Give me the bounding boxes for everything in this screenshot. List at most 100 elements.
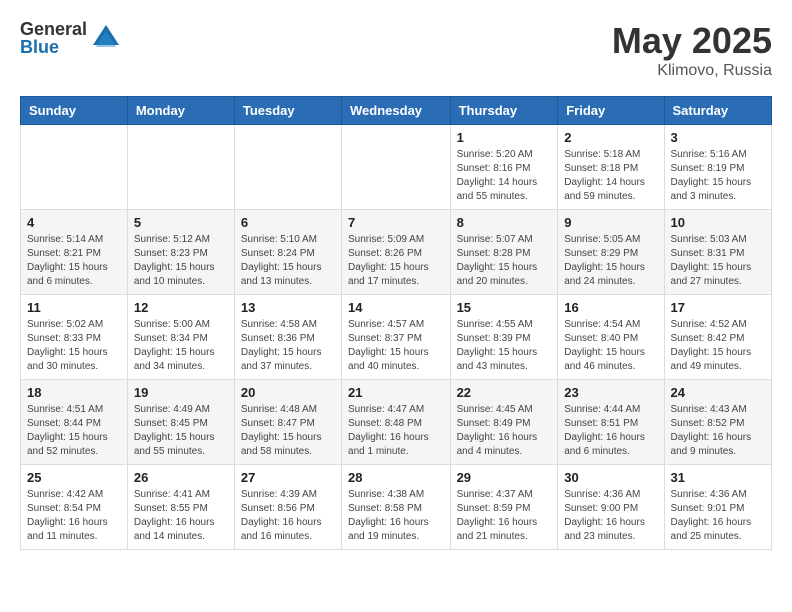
day-info: Sunrise: 5:16 AM Sunset: 8:19 PM Dayligh… — [671, 148, 765, 204]
table-row: 31 Sunrise: 4:36 AM Sunset: 9:01 PM Dayli… — [664, 465, 771, 550]
day-number: 24 — [671, 385, 765, 400]
day-info: Sunrise: 4:37 AM Sunset: 8:59 PM Dayligh… — [457, 488, 552, 544]
calendar-week-row: 1Sunrise: 5:20 AM Sunset: 8:16 PM Daylig… — [21, 125, 772, 210]
day-number: 25 — [27, 470, 121, 485]
table-row: 10 Sunrise: 5:03 AM Sunset: 8:31 PM Dayli… — [664, 210, 771, 295]
day-number: 23 — [564, 385, 657, 400]
day-number: 11 — [27, 300, 121, 315]
calendar-week-row: 11 Sunrise: 5:02 AM Sunset: 8:33 PM Dayli… — [21, 295, 772, 380]
day-info: Sunrise: 4:58 AM Sunset: 8:36 PM Dayligh… — [241, 318, 335, 374]
day-number: 6 — [241, 215, 335, 230]
col-friday: Friday — [558, 97, 664, 125]
day-info: Sunrise: 5:12 AM Sunset: 8:23 PM Dayligh… — [134, 233, 228, 289]
day-info: Sunrise: 4:36 AM Sunset: 9:01 PM Dayligh… — [671, 488, 765, 544]
day-number: 22 — [457, 385, 552, 400]
col-monday: Monday — [127, 97, 234, 125]
calendar-week-row: 18 Sunrise: 4:51 AM Sunset: 8:44 PM Dayli… — [21, 380, 772, 465]
table-row: 22 Sunrise: 4:45 AM Sunset: 8:49 PM Dayli… — [450, 380, 558, 465]
day-number: 10 — [671, 215, 765, 230]
day-info: Sunrise: 4:44 AM Sunset: 8:51 PM Dayligh… — [564, 403, 657, 459]
table-row: 11 Sunrise: 5:02 AM Sunset: 8:33 PM Dayli… — [21, 295, 128, 380]
day-info: Sunrise: 4:49 AM Sunset: 8:45 PM Dayligh… — [134, 403, 228, 459]
day-info: Sunrise: 5:05 AM Sunset: 8:29 PM Dayligh… — [564, 233, 657, 289]
table-row: 19 Sunrise: 4:49 AM Sunset: 8:45 PM Dayli… — [127, 380, 234, 465]
day-info: Sunrise: 4:52 AM Sunset: 8:42 PM Dayligh… — [671, 318, 765, 374]
location-subtitle: Klimovo, Russia — [612, 62, 772, 80]
col-saturday: Saturday — [664, 97, 771, 125]
table-row: 27 Sunrise: 4:39 AM Sunset: 8:56 PM Dayli… — [234, 465, 341, 550]
table-row: 13 Sunrise: 4:58 AM Sunset: 8:36 PM Dayli… — [234, 295, 341, 380]
month-year-title: May 2025 — [612, 20, 772, 62]
table-row — [127, 125, 234, 210]
day-number: 15 — [457, 300, 552, 315]
table-row: 16 Sunrise: 4:54 AM Sunset: 8:40 PM Dayli… — [558, 295, 664, 380]
day-number: 14 — [348, 300, 444, 315]
table-row: 18 Sunrise: 4:51 AM Sunset: 8:44 PM Dayli… — [21, 380, 128, 465]
table-row: 28Sunrise: 4:38 AM Sunset: 8:58 PM Dayli… — [342, 465, 451, 550]
table-row: 24 Sunrise: 4:43 AM Sunset: 8:52 PM Dayli… — [664, 380, 771, 465]
calendar-header-row: Sunday Monday Tuesday Wednesday Thursday… — [21, 97, 772, 125]
table-row: 12 Sunrise: 5:00 AM Sunset: 8:34 PM Dayli… — [127, 295, 234, 380]
table-row: 30 Sunrise: 4:36 AM Sunset: 9:00 PM Dayli… — [558, 465, 664, 550]
col-sunday: Sunday — [21, 97, 128, 125]
table-row: 7 Sunrise: 5:09 AM Sunset: 8:26 PM Daylig… — [342, 210, 451, 295]
day-number: 12 — [134, 300, 228, 315]
table-row: 8 Sunrise: 5:07 AM Sunset: 8:28 PM Daylig… — [450, 210, 558, 295]
day-number: 18 — [27, 385, 121, 400]
day-info: Sunrise: 5:14 AM Sunset: 8:21 PM Dayligh… — [27, 233, 121, 289]
day-info: Sunrise: 4:38 AM Sunset: 8:58 PM Dayligh… — [348, 488, 444, 544]
day-info: Sunrise: 5:18 AM Sunset: 8:18 PM Dayligh… — [564, 148, 657, 204]
day-number: 17 — [671, 300, 765, 315]
table-row: 21Sunrise: 4:47 AM Sunset: 8:48 PM Dayli… — [342, 380, 451, 465]
day-info: Sunrise: 4:39 AM Sunset: 8:56 PM Dayligh… — [241, 488, 335, 544]
logo-blue-text: Blue — [20, 38, 87, 56]
table-row: 29 Sunrise: 4:37 AM Sunset: 8:59 PM Dayli… — [450, 465, 558, 550]
col-thursday: Thursday — [450, 97, 558, 125]
col-tuesday: Tuesday — [234, 97, 341, 125]
day-info: Sunrise: 4:48 AM Sunset: 8:47 PM Dayligh… — [241, 403, 335, 459]
day-number: 4 — [27, 215, 121, 230]
day-info: Sunrise: 5:20 AM Sunset: 8:16 PM Dayligh… — [457, 148, 552, 204]
day-info: Sunrise: 5:03 AM Sunset: 8:31 PM Dayligh… — [671, 233, 765, 289]
day-number: 31 — [671, 470, 765, 485]
day-number: 5 — [134, 215, 228, 230]
table-row: 14Sunrise: 4:57 AM Sunset: 8:37 PM Dayli… — [342, 295, 451, 380]
table-row: 3 Sunrise: 5:16 AM Sunset: 8:19 PM Daylig… — [664, 125, 771, 210]
table-row: 4 Sunrise: 5:14 AM Sunset: 8:21 PM Daylig… — [21, 210, 128, 295]
day-info: Sunrise: 4:43 AM Sunset: 8:52 PM Dayligh… — [671, 403, 765, 459]
day-info: Sunrise: 5:09 AM Sunset: 8:26 PM Dayligh… — [348, 233, 444, 289]
page-header: General Blue May 2025 Klimovo, Russia — [20, 20, 772, 80]
day-info: Sunrise: 4:47 AM Sunset: 8:48 PM Dayligh… — [348, 403, 444, 459]
day-info: Sunrise: 4:51 AM Sunset: 8:44 PM Dayligh… — [27, 403, 121, 459]
day-info: Sunrise: 5:10 AM Sunset: 8:24 PM Dayligh… — [241, 233, 335, 289]
table-row: 1Sunrise: 5:20 AM Sunset: 8:16 PM Daylig… — [450, 125, 558, 210]
day-number: 7 — [348, 215, 444, 230]
day-info: Sunrise: 4:45 AM Sunset: 8:49 PM Dayligh… — [457, 403, 552, 459]
day-info: Sunrise: 5:02 AM Sunset: 8:33 PM Dayligh… — [27, 318, 121, 374]
col-wednesday: Wednesday — [342, 97, 451, 125]
title-block: May 2025 Klimovo, Russia — [612, 20, 772, 80]
day-number: 27 — [241, 470, 335, 485]
calendar-week-row: 25Sunrise: 4:42 AM Sunset: 8:54 PM Dayli… — [21, 465, 772, 550]
day-number: 26 — [134, 470, 228, 485]
day-number: 16 — [564, 300, 657, 315]
day-number: 8 — [457, 215, 552, 230]
day-info: Sunrise: 4:36 AM Sunset: 9:00 PM Dayligh… — [564, 488, 657, 544]
day-number: 30 — [564, 470, 657, 485]
day-number: 3 — [671, 130, 765, 145]
day-info: Sunrise: 5:07 AM Sunset: 8:28 PM Dayligh… — [457, 233, 552, 289]
table-row: 17 Sunrise: 4:52 AM Sunset: 8:42 PM Dayli… — [664, 295, 771, 380]
day-info: Sunrise: 4:55 AM Sunset: 8:39 PM Dayligh… — [457, 318, 552, 374]
table-row: 5 Sunrise: 5:12 AM Sunset: 8:23 PM Daylig… — [127, 210, 234, 295]
table-row: 9Sunrise: 5:05 AM Sunset: 8:29 PM Daylig… — [558, 210, 664, 295]
day-info: Sunrise: 5:00 AM Sunset: 8:34 PM Dayligh… — [134, 318, 228, 374]
day-info: Sunrise: 4:54 AM Sunset: 8:40 PM Dayligh… — [564, 318, 657, 374]
table-row: 2Sunrise: 5:18 AM Sunset: 8:18 PM Daylig… — [558, 125, 664, 210]
logo-icon — [91, 23, 121, 53]
day-number: 19 — [134, 385, 228, 400]
table-row: 23 Sunrise: 4:44 AM Sunset: 8:51 PM Dayli… — [558, 380, 664, 465]
day-number: 13 — [241, 300, 335, 315]
table-row — [234, 125, 341, 210]
day-number: 29 — [457, 470, 552, 485]
table-row — [342, 125, 451, 210]
